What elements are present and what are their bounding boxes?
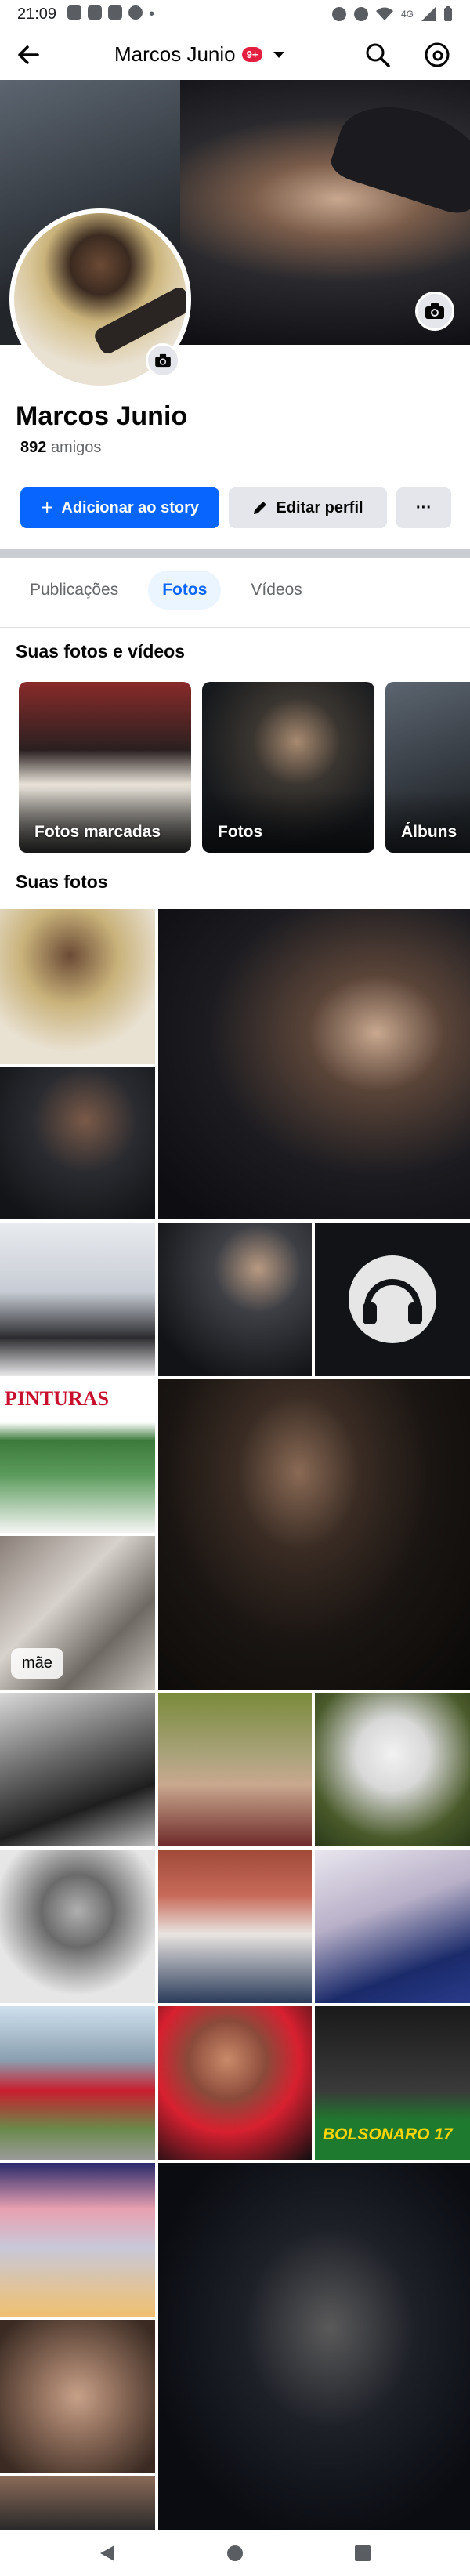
headphones-icon xyxy=(349,1255,436,1343)
photo-tile[interactable] xyxy=(315,1850,470,2003)
profile-switcher[interactable]: Marcos Junio 9+ xyxy=(114,42,285,67)
recents-square-icon[interactable] xyxy=(354,2545,371,2562)
avatar-photo-detail xyxy=(92,284,186,357)
photo-tile[interactable] xyxy=(0,909,155,1064)
camera-icon xyxy=(425,303,444,319)
camera-icon xyxy=(155,353,171,368)
photo-grid: PINTURAS mãe BOLSONARO 17 xyxy=(0,909,470,2530)
photo-tile[interactable] xyxy=(158,2006,312,2160)
system-icons: 4G xyxy=(331,6,453,22)
threads-icon[interactable] xyxy=(423,41,451,69)
photo-tile[interactable] xyxy=(158,909,470,1219)
alarm-icon xyxy=(331,7,346,21)
photo-tile[interactable]: PINTURAS xyxy=(0,1379,155,1533)
edit-profile-button[interactable]: Editar perfil xyxy=(229,487,387,528)
tab-videos[interactable]: Vídeos xyxy=(237,571,316,610)
photo-tile[interactable] xyxy=(0,2320,155,2473)
photo-tile[interactable] xyxy=(158,1850,312,2003)
albums-carousel: Fotos marcadas Fotos Álbuns xyxy=(19,682,470,856)
network-type: 4G xyxy=(400,9,414,20)
instagram-icon xyxy=(128,5,143,20)
friends-number: 892 xyxy=(20,439,47,456)
cover-camera-button[interactable] xyxy=(415,292,454,331)
photo-tile[interactable] xyxy=(158,1223,312,1376)
section-divider xyxy=(0,549,470,558)
photo-text: BOLSONARO 17 xyxy=(323,2125,453,2143)
album-label: Fotos xyxy=(218,823,263,841)
photo-tile[interactable] xyxy=(0,1067,155,1219)
album-card-tagged[interactable]: Fotos marcadas xyxy=(19,682,191,853)
cover-photo-detail xyxy=(327,90,470,219)
tab-publicacoes[interactable]: Publicações xyxy=(16,571,132,610)
photo-tile[interactable] xyxy=(315,1223,470,1376)
edit-profile-label: Editar perfil xyxy=(276,498,363,516)
add-story-button[interactable]: + Adicionar ao story xyxy=(20,487,219,528)
photo-tile[interactable] xyxy=(0,1223,155,1376)
photo-tile[interactable] xyxy=(0,2476,155,2530)
section-title-photos-videos: Suas fotos e vídeos xyxy=(16,641,186,661)
app-notification-icon xyxy=(67,5,82,20)
photo-tile[interactable] xyxy=(158,1379,470,1690)
photo-tile[interactable] xyxy=(0,2006,155,2160)
status-time: 21:09 xyxy=(17,5,57,23)
add-story-label: Adicionar ao story xyxy=(61,498,199,516)
album-label: Álbuns xyxy=(401,823,457,841)
plus-icon: + xyxy=(41,495,54,520)
section-title-your-photos: Suas fotos xyxy=(16,871,108,892)
photo-tile[interactable]: mãe xyxy=(0,1536,155,1690)
avatar-camera-button[interactable] xyxy=(146,343,180,378)
album-shade xyxy=(202,790,374,853)
page-title: Marcos Junio xyxy=(114,42,236,66)
album-card-albums[interactable]: Álbuns xyxy=(385,682,470,853)
back-arrow-icon[interactable] xyxy=(14,41,42,69)
notification-icons: • xyxy=(67,5,154,24)
app-notification-icon xyxy=(88,5,103,20)
status-bar: 21:09 • 4G xyxy=(0,0,470,28)
album-card-photos[interactable]: Fotos xyxy=(202,682,374,853)
signal-icon xyxy=(421,7,436,21)
friends-label: amigos xyxy=(50,439,102,456)
more-dots-icon: ··· xyxy=(416,498,432,516)
top-nav: Marcos Junio 9+ xyxy=(0,28,470,80)
home-circle-icon[interactable] xyxy=(226,2544,244,2563)
photo-tile[interactable] xyxy=(315,1693,470,1846)
photo-tile[interactable] xyxy=(0,1693,155,1846)
notification-badge: 9+ xyxy=(241,47,263,62)
system-navigation-bar xyxy=(0,2530,470,2576)
album-shade xyxy=(19,790,191,853)
app-notification-icon xyxy=(108,5,123,20)
more-options-button[interactable]: ··· xyxy=(396,487,451,528)
battery-icon xyxy=(444,6,452,21)
photo-tile[interactable]: BOLSONARO 17 xyxy=(315,2006,470,2160)
chevron-down-icon xyxy=(273,51,285,58)
search-icon[interactable] xyxy=(363,41,392,69)
pencil-icon xyxy=(254,502,267,514)
profile-tabs: Publicações Fotos Vídeos xyxy=(16,571,316,610)
more-dots-icon: • xyxy=(149,5,155,23)
wifi-icon xyxy=(375,7,393,20)
photo-tag: mãe xyxy=(11,1648,63,1679)
photo-tile[interactable] xyxy=(158,2163,470,2530)
back-triangle-icon[interactable] xyxy=(99,2544,116,2563)
profile-name: Marcos Junio xyxy=(16,401,188,431)
photo-text: PINTURAS xyxy=(5,1387,109,1410)
album-label: Fotos marcadas xyxy=(34,823,161,841)
vibrate-icon xyxy=(353,7,368,21)
photo-tile[interactable] xyxy=(0,2163,155,2317)
photo-tile[interactable] xyxy=(0,1850,155,2003)
photo-tile[interactable] xyxy=(158,1693,312,1846)
tab-fotos[interactable]: Fotos xyxy=(148,571,222,610)
tabs-divider xyxy=(0,627,470,628)
album-shade xyxy=(385,790,470,853)
friends-count[interactable]: 892 amigos xyxy=(20,439,101,457)
